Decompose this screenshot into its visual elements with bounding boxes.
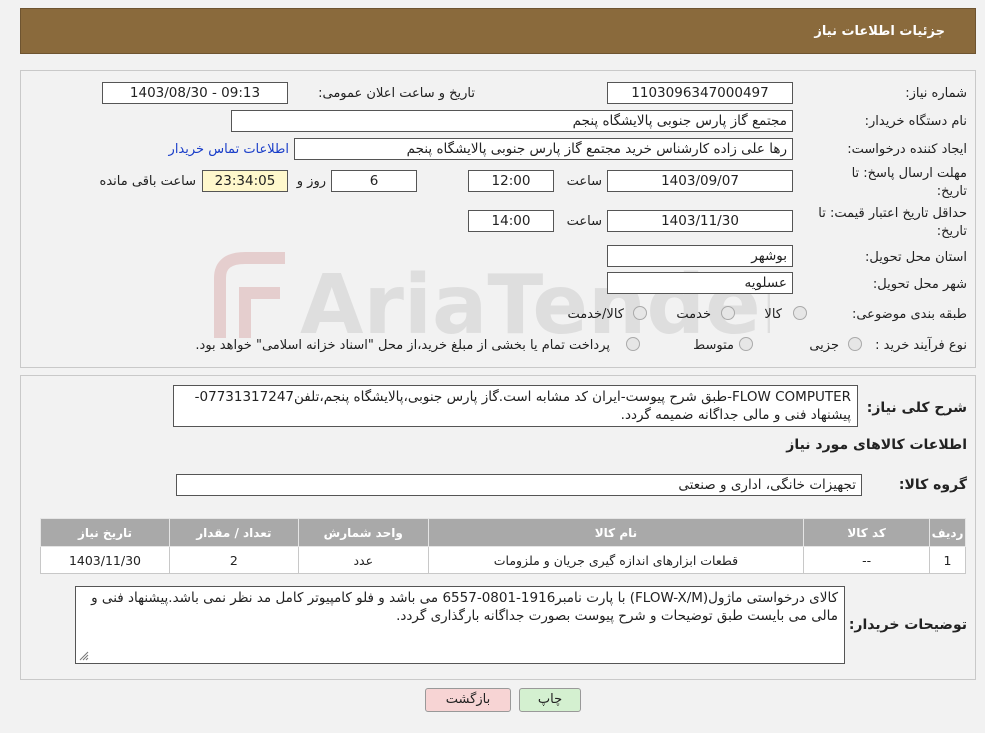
process-radio-treasury[interactable]	[626, 337, 640, 351]
requester-label: ایجاد کننده درخواست:	[847, 142, 967, 157]
category-option-goods-service: کالا/خدمت	[567, 307, 624, 322]
cell-row-number: 1	[929, 546, 966, 574]
process-option-minor: جزیی	[809, 338, 839, 353]
header-goods-code: کد کالا	[803, 518, 931, 547]
table-header-row: ردیف کد کالا نام کالا واحد شمارش تعداد /…	[40, 518, 966, 547]
days-label: روز و	[296, 174, 326, 189]
province-field: بوشهر	[607, 245, 793, 267]
buyer-org-field: مجتمع گاز پارس جنوبی پالایشگاه پنجم	[231, 110, 793, 132]
header-row-number: ردیف	[929, 518, 966, 547]
buyer-notes-label: توضیحات خریدار:	[848, 617, 967, 633]
category-radio-goods[interactable]	[793, 306, 807, 320]
resize-grip-icon[interactable]	[79, 651, 89, 661]
goods-group-label: گروه کالا:	[898, 477, 967, 493]
process-radio-medium[interactable]	[739, 337, 753, 351]
need-number-field: 1103096347000497	[607, 82, 793, 104]
buyer-notes-textarea: کالای درخواستی ماژول(FLOW-X/M) با پارت ن…	[75, 586, 845, 664]
contact-buyer-link[interactable]: اطلاعات تماس خریدار	[169, 142, 289, 157]
cell-goods-code: --	[803, 546, 931, 574]
description-text: FLOW COMPUTER-طبق شرح پیوست-ایران کد مشا…	[194, 389, 851, 423]
goods-group-field: تجهیزات خانگی، اداری و صنعتی	[176, 474, 862, 496]
description-textarea: FLOW COMPUTER-طبق شرح پیوست-ایران کد مشا…	[173, 385, 858, 427]
city-label: شهر محل تحویل:	[872, 277, 967, 292]
category-option-service: خدمت	[676, 307, 711, 322]
back-button[interactable]: بازگشت	[425, 688, 511, 712]
items-table-wrap: ردیف کد کالا نام کالا واحد شمارش تعداد /…	[40, 518, 966, 574]
process-label: نوع فرآیند خرید :	[875, 338, 967, 353]
deadline-label: مهلت ارسال پاسخ: تا	[851, 166, 967, 181]
header-goods-name: نام کالا	[427, 518, 805, 547]
requester-field: رها علی زاده کارشناس خرید مجتمع گاز پارس…	[294, 138, 793, 160]
deadline-time-label: ساعت	[566, 174, 602, 189]
price-validity-time-label: ساعت	[566, 214, 602, 229]
province-label: استان محل تحویل:	[865, 250, 967, 265]
process-radio-minor[interactable]	[848, 337, 862, 351]
category-radio-service[interactable]	[721, 306, 735, 320]
city-field: عسلویه	[607, 272, 793, 294]
buyer-notes-text: کالای درخواستی ماژول(FLOW-X/M) با پارت ن…	[91, 590, 838, 624]
deadline-date-field: 1403/09/07	[607, 170, 793, 192]
cell-need-date: 1403/11/30	[40, 546, 170, 574]
description-label: شرح کلی نیاز:	[866, 400, 967, 416]
category-label: طبقه بندی موضوعی:	[851, 307, 967, 322]
cell-goods-name: قطعات ابزارهای اندازه گیری جریان و ملزوم…	[427, 546, 805, 574]
price-validity-label: حداقل تاریخ اعتبار قیمت: تا	[818, 206, 967, 221]
announce-label: تاریخ و ساعت اعلان عمومی:	[318, 86, 475, 101]
category-radio-goods-service[interactable]	[633, 306, 647, 320]
process-option-medium: متوسط	[693, 338, 734, 353]
header-quantity: تعداد / مقدار	[168, 518, 299, 547]
print-button[interactable]: چاپ	[519, 688, 581, 712]
page-header: جزئیات اطلاعات نیاز	[20, 8, 976, 54]
announce-field: 1403/08/30 - 09:13	[102, 82, 288, 104]
table-row[interactable]: 1 -- قطعات ابزارهای اندازه گیری جریان و …	[40, 546, 966, 574]
header-need-date: تاریخ نیاز	[40, 518, 170, 547]
cell-quantity: 2	[168, 546, 299, 574]
process-note: پرداخت تمام یا بخشی از مبلغ خرید،از محل …	[195, 338, 610, 353]
price-validity-time-field: 14:00	[468, 210, 554, 232]
cell-unit: عدد	[297, 546, 429, 574]
remaining-label: ساعت باقی مانده	[99, 174, 196, 189]
days-remaining-field: 6	[331, 170, 417, 192]
deadline-label-2: تاریخ:	[936, 184, 967, 199]
items-section-title: اطلاعات کالاهای مورد نیاز	[786, 437, 967, 453]
buyer-org-label: نام دستگاه خریدار:	[864, 114, 967, 129]
header-unit: واحد شمارش	[297, 518, 429, 547]
items-table: ردیف کد کالا نام کالا واحد شمارش تعداد /…	[40, 518, 966, 574]
remaining-time-field: 23:34:05	[202, 170, 288, 192]
category-option-goods: کالا	[764, 307, 782, 322]
deadline-time-field: 12:00	[468, 170, 554, 192]
page-title: جزئیات اطلاعات نیاز	[814, 24, 945, 39]
need-number-label: شماره نیاز:	[905, 86, 967, 101]
price-validity-date-field: 1403/11/30	[607, 210, 793, 232]
price-validity-label-2: تاریخ:	[936, 224, 967, 239]
